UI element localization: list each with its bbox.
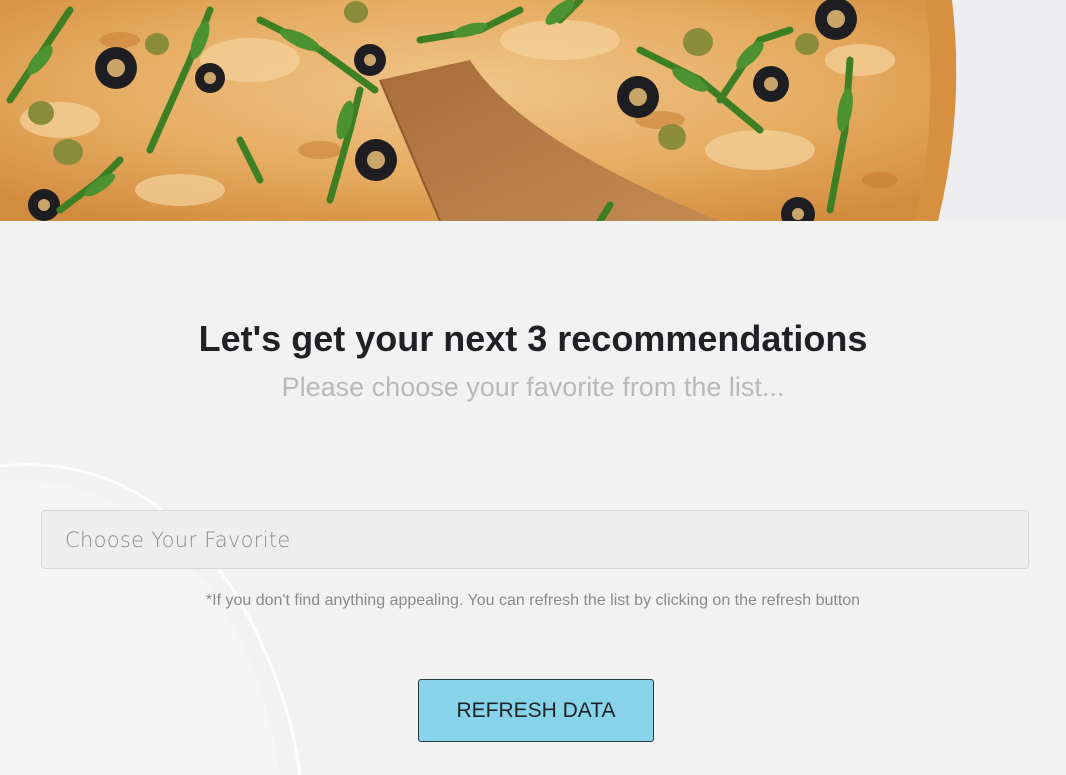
page-title: Let's get your next 3 recommendations: [198, 318, 868, 359]
hero-pizza-image: [0, 0, 1066, 221]
page-subtitle: Please choose your favorite from the lis…: [281, 372, 785, 402]
refresh-data-button[interactable]: REFRESH DATA: [418, 679, 654, 742]
refresh-hint: *If you don't find anything appealing. Y…: [205, 592, 861, 609]
favorite-select[interactable]: Choose Your Favorite: [41, 510, 1029, 569]
favorite-select-placeholder: Choose Your Favorite: [65, 528, 291, 552]
pizza-illustration: [0, 0, 1066, 221]
